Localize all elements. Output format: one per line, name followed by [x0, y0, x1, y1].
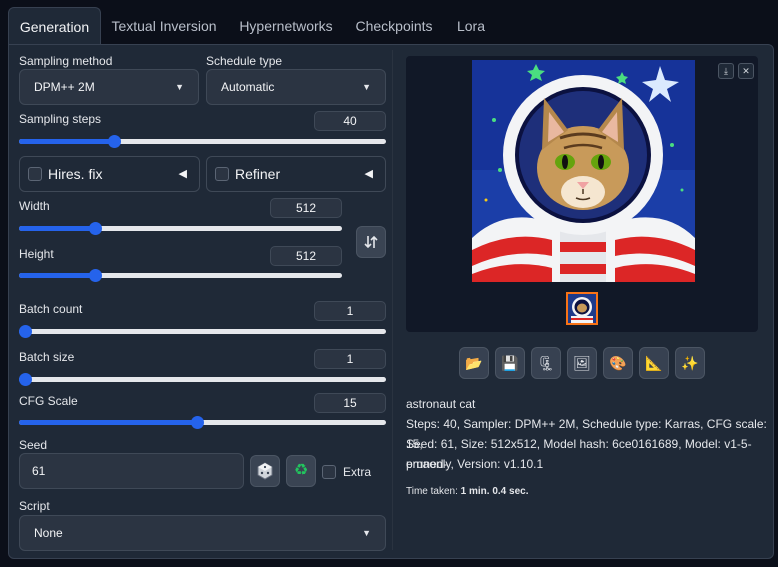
zip-button[interactable]: 🗜: [531, 347, 561, 379]
slider-fill: [19, 226, 95, 231]
send-to-img2img-button[interactable]: 🖼: [567, 347, 597, 379]
schedule-type-dropdown[interactable]: Automatic ▼: [206, 69, 386, 105]
zip-icon: 🗜: [537, 355, 555, 371]
script-value: None: [34, 526, 63, 540]
hires-fix-label: Hires. fix: [48, 166, 103, 182]
batch-size-label: Batch size: [19, 350, 75, 364]
sampling-method-dropdown[interactable]: DPM++ 2M ▼: [19, 69, 199, 105]
refiner-checkbox[interactable]: [215, 167, 229, 181]
gallery-thumbnail[interactable]: [566, 292, 598, 325]
slider-thumb[interactable]: [190, 416, 204, 429]
sampling-steps-input[interactable]: 40: [314, 111, 386, 131]
width-label: Width: [19, 199, 50, 213]
output-params-line-3: emaonly, Version: v1.10.1: [406, 457, 544, 471]
ruler-icon: 📐: [645, 355, 663, 371]
slider-thumb[interactable]: [88, 269, 102, 282]
seed-label: Seed: [19, 438, 48, 452]
thumbnail-image: [568, 294, 596, 323]
cfg-scale-input[interactable]: 15: [314, 393, 386, 413]
send-to-extras-button[interactable]: 📐: [639, 347, 669, 379]
time-taken-label: Time taken:: [406, 486, 461, 497]
batch-size-input[interactable]: 1: [314, 349, 386, 369]
random-seed-button[interactable]: [250, 455, 280, 487]
cfg-scale-label: CFG Scale: [19, 394, 78, 408]
collapse-arrow-icon[interactable]: ◀: [365, 167, 373, 180]
tab-bar: Generation Textual Inversion Hypernetwor…: [0, 0, 778, 50]
close-gallery-button[interactable]: ✕: [738, 63, 754, 79]
column-divider: [392, 50, 393, 550]
schedule-type-value: Automatic: [221, 80, 275, 94]
output-prompt: astronaut cat: [406, 397, 476, 411]
extra-checkbox[interactable]: [322, 465, 336, 479]
width-slider[interactable]: [19, 220, 342, 236]
tab-lora[interactable]: Lora: [444, 7, 498, 45]
save-button[interactable]: 💾: [495, 347, 525, 379]
tab-hypernetworks[interactable]: Hypernetworks: [228, 7, 344, 45]
image-icon: 🖼: [573, 355, 591, 371]
width-input[interactable]: 512: [270, 198, 342, 218]
sampling-steps-label: Sampling steps: [19, 112, 102, 126]
reuse-seed-button[interactable]: ♻: [286, 455, 316, 487]
height-slider[interactable]: [19, 267, 342, 283]
folder-icon: 📂: [465, 355, 483, 371]
swap-dimensions-icon: [364, 235, 378, 249]
slider-track: [19, 377, 386, 382]
swap-dimensions-button[interactable]: [356, 226, 386, 258]
height-label: Height: [19, 247, 54, 261]
tab-textual-inversion[interactable]: Textual Inversion: [104, 7, 224, 45]
time-taken: Time taken: 1 min. 0.4 sec.: [406, 482, 528, 502]
tab-checkpoints[interactable]: Checkpoints: [348, 7, 440, 45]
cfg-scale-slider[interactable]: [19, 414, 386, 430]
generated-image[interactable]: [472, 60, 695, 282]
time-taken-value: 1 min. 0.4 sec.: [460, 486, 529, 497]
script-label: Script: [19, 499, 50, 513]
hires-fix-checkbox[interactable]: [28, 167, 42, 181]
script-dropdown[interactable]: None ▼: [19, 515, 386, 551]
chevron-down-icon: ▼: [362, 82, 371, 92]
open-folder-button[interactable]: 📂: [459, 347, 489, 379]
slider-thumb[interactable]: [19, 325, 32, 338]
sampling-method-label: Sampling method: [19, 54, 113, 68]
chevron-down-icon: ▼: [362, 528, 371, 538]
slider-track: [19, 329, 386, 334]
slider-thumb[interactable]: [108, 135, 122, 148]
slider-thumb[interactable]: [88, 222, 102, 235]
hires-fix-accordion[interactable]: Hires. fix ◀: [19, 156, 200, 192]
refiner-accordion[interactable]: Refiner ◀: [206, 156, 386, 192]
dice-icon: [257, 462, 273, 480]
schedule-type-label: Schedule type: [206, 54, 283, 68]
slider-fill: [19, 420, 197, 425]
batch-count-slider[interactable]: [19, 323, 386, 339]
download-icon: ⤓: [724, 66, 728, 76]
slider-thumb[interactable]: [19, 373, 32, 386]
batch-size-slider[interactable]: [19, 371, 386, 387]
recycle-icon: ♻: [293, 462, 309, 479]
sampling-method-value: DPM++ 2M: [34, 80, 95, 94]
sparkle-icon: ✨: [681, 355, 699, 371]
save-icon: 💾: [501, 355, 519, 371]
seed-input[interactable]: 61: [19, 453, 244, 489]
batch-count-input[interactable]: 1: [314, 301, 386, 321]
chevron-down-icon: ▼: [175, 82, 184, 92]
download-button[interactable]: ⤓: [718, 63, 734, 79]
extra-label: Extra: [343, 465, 372, 479]
close-icon: ✕: [742, 66, 750, 76]
palette-icon: 🎨: [609, 355, 627, 371]
slider-fill: [19, 139, 115, 144]
refiner-label: Refiner: [235, 166, 281, 182]
batch-count-label: Batch count: [19, 302, 83, 316]
sampling-steps-slider[interactable]: [19, 133, 386, 149]
collapse-arrow-icon[interactable]: ◀: [179, 167, 187, 180]
upscale-button[interactable]: ✨: [675, 347, 705, 379]
output-gallery: ⤓ ✕: [406, 56, 758, 332]
height-input[interactable]: 512: [270, 246, 342, 266]
slider-fill: [19, 273, 95, 278]
send-to-inpaint-button[interactable]: 🎨: [603, 347, 633, 379]
